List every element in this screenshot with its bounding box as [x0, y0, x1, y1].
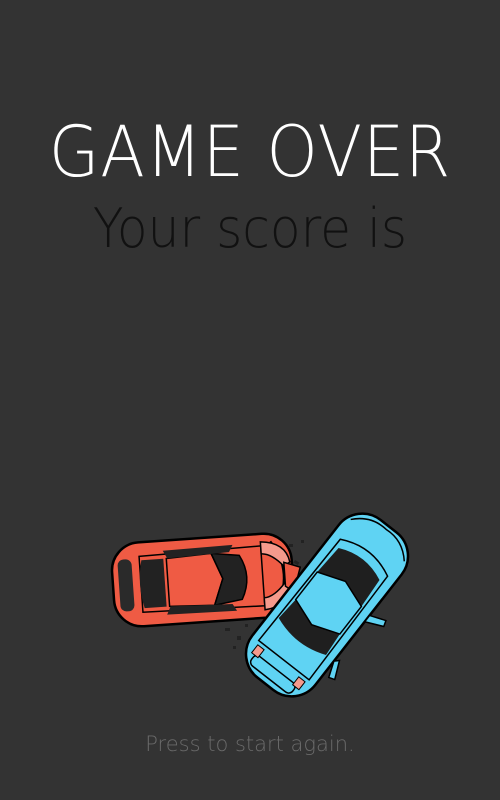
score-label: Your score is — [92, 197, 408, 260]
car-crash-icon — [110, 512, 410, 698]
game-over-title: GAME OVER — [48, 111, 452, 193]
game-over-screen[interactable]: GAME OVER Your score is Press to start a… — [0, 0, 500, 800]
restart-prompt[interactable]: Press to start again. — [0, 732, 500, 756]
